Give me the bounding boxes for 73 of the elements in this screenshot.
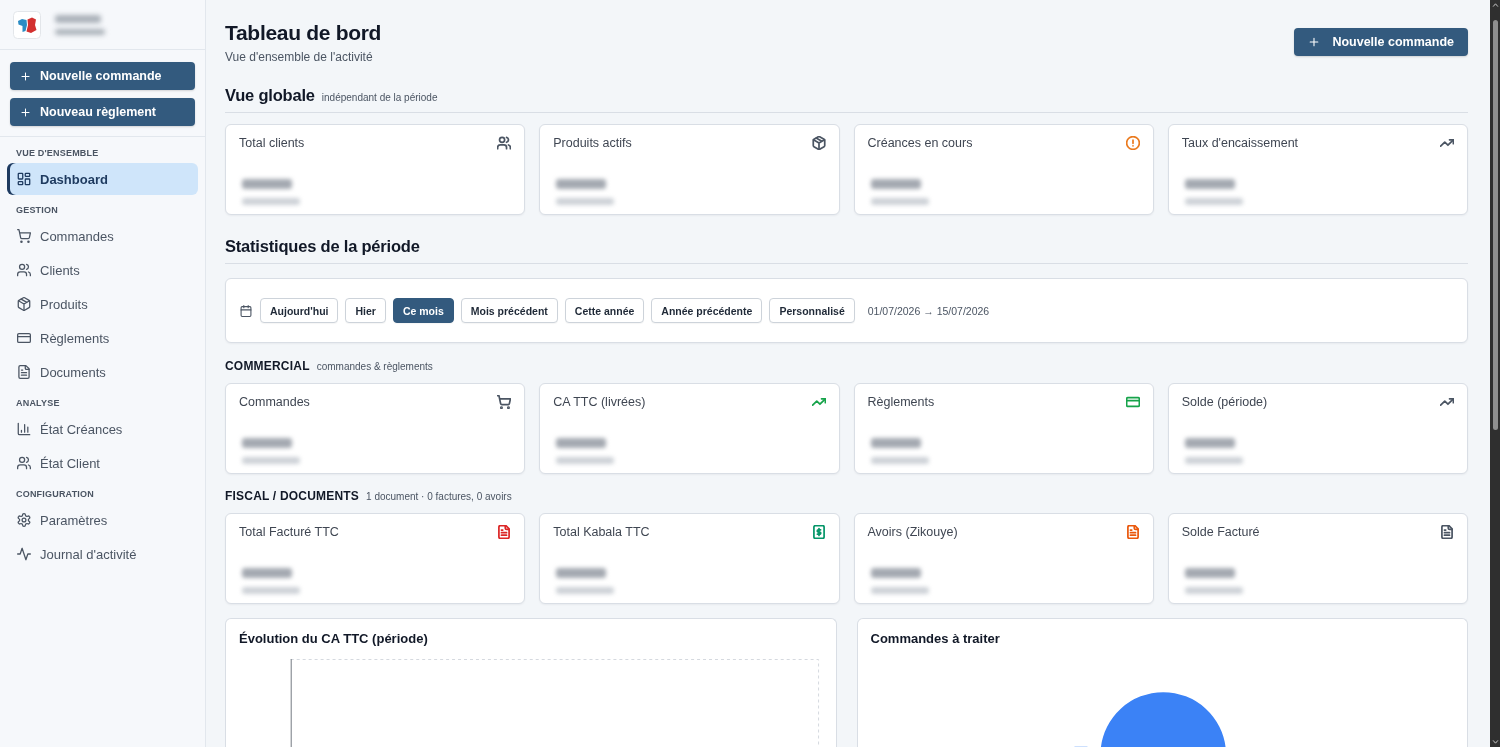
blurred-value [239, 435, 295, 451]
blurred-value [239, 565, 295, 581]
users-icon [17, 263, 31, 277]
stat-label: Solde (période) [1181, 395, 1268, 409]
period-button[interactable]: Hier [345, 298, 386, 323]
nav-item[interactable]: État Client [7, 447, 198, 479]
nav-item[interactable]: Commandes [7, 220, 198, 252]
period-button[interactable]: Personnalisé [769, 298, 855, 323]
scroll-down-icon[interactable] [1491, 740, 1499, 744]
nav-item[interactable]: Clients [7, 254, 198, 286]
blurred-caption [239, 195, 303, 208]
nav-item[interactable]: Journal d'activité [7, 538, 198, 570]
stat-label: Total Kabala TTC [553, 525, 650, 539]
nav-item[interactable]: Produits [7, 288, 198, 320]
box-icon [17, 297, 31, 311]
panel-title: Évolution du CA TTC (période) [239, 631, 429, 647]
period-button[interactable]: Année précédente [651, 298, 763, 323]
blurred-caption [239, 454, 303, 467]
blurred-caption [239, 584, 303, 597]
logo-icon [13, 10, 41, 39]
stat-label: Solde Facturé [1181, 525, 1260, 539]
nav-section-heading: VUE D'ENSEMBLE [15, 147, 100, 159]
grid-icon [17, 172, 31, 186]
settings-icon [17, 513, 31, 527]
section-note: 1 document · 0 factures, 0 avoirs [366, 491, 512, 502]
stat-label: CA TTC (livrées) [553, 395, 646, 409]
scrollbar[interactable] [1490, 0, 1500, 747]
nav-section-heading: ANALYSE [15, 397, 61, 409]
panel-title: Commandes à traiter [870, 631, 1001, 647]
document-icon [17, 365, 31, 379]
nav-item[interactable]: Règlements [7, 322, 198, 354]
nav-item[interactable]: État Créances [7, 413, 198, 445]
users-icon [17, 456, 31, 470]
nav-item[interactable]: Documents [7, 356, 198, 388]
stat-label: Avoirs (Zikouye) [867, 525, 958, 539]
section-title: Vue globale [225, 85, 315, 105]
period-button[interactable]: Cette année [564, 298, 645, 323]
scroll-up-icon[interactable] [1491, 3, 1499, 7]
nav-item[interactable]: Paramètres [7, 504, 198, 536]
bar-chart-icon [17, 422, 31, 436]
stat-label: Règlements [867, 395, 935, 409]
plus-icon [1308, 36, 1321, 48]
stat-label: Taux d'encaissement [1181, 136, 1299, 150]
stat-label: Produits actifs [553, 136, 632, 150]
plus-icon [20, 106, 31, 118]
stat-label: Total clients [239, 136, 305, 150]
page-subtitle: Vue d'ensemble de l'activité [225, 49, 374, 65]
card-icon [17, 331, 31, 345]
sidebar-action-button[interactable]: Nouveau règlement [10, 98, 195, 126]
section-note: indépendant de la période [321, 92, 438, 103]
sidebar-action-button[interactable]: Nouvelle commande [10, 62, 195, 90]
new-order-button[interactable]: Nouvelle commande [1294, 28, 1468, 56]
plus-icon [20, 70, 31, 82]
nav-item[interactable]: Dashboard [7, 163, 198, 195]
pulse-icon [17, 547, 31, 561]
stat-label: Créances en cours [867, 136, 973, 150]
calendar-icon [240, 304, 252, 317]
date-range: 01/07/2026 → 15/07/2026 [867, 304, 990, 317]
period-button[interactable]: Aujourd'hui [260, 298, 339, 323]
scrollbar-thumb[interactable] [1492, 20, 1498, 430]
nav-section-heading: CONFIGURATION [15, 488, 95, 500]
section-title: Statistiques de la période [225, 236, 420, 256]
section-title: FISCAL / DOCUMENTS [225, 488, 360, 504]
stat-label: Commandes [239, 395, 310, 409]
cart-icon [17, 229, 31, 243]
stat-label: Total Facturé TTC [239, 525, 339, 539]
nav-section-heading: GESTION [15, 204, 59, 216]
period-button[interactable]: Mois précédent [460, 298, 558, 323]
period-button[interactable]: Ce mois [392, 298, 454, 323]
section-note: commandes & règlements [316, 361, 433, 372]
page-title: Tableau de bord [225, 20, 382, 46]
blurred-value [239, 176, 295, 192]
section-title: COMMERCIAL [225, 358, 310, 374]
